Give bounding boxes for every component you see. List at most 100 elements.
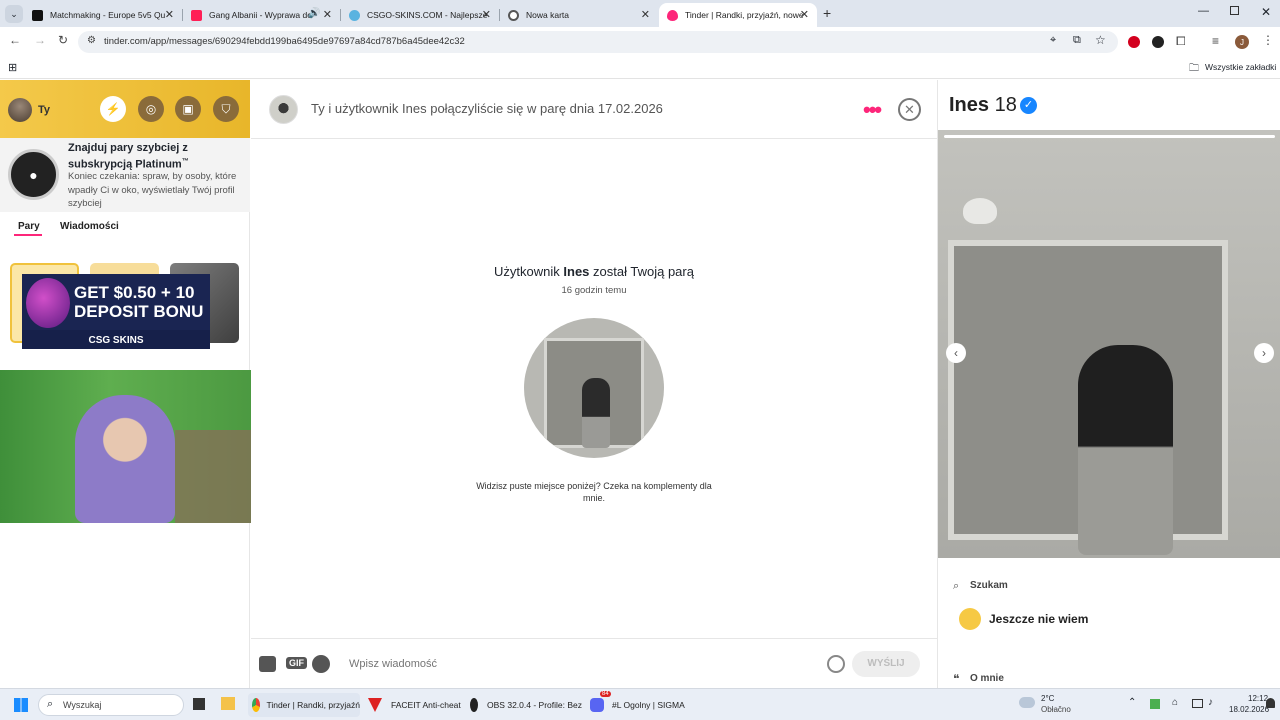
sidebar-header: Ty ⚡ ◎ ▣ ⛉: [0, 80, 250, 138]
apps-grid-icon[interactable]: ⊞: [8, 61, 17, 74]
restore-window-icon[interactable]: [1230, 6, 1239, 15]
site-info-icon[interactable]: ⚙: [87, 35, 96, 46]
prev-photo-button[interactable]: ‹: [946, 343, 966, 363]
more-options-icon[interactable]: •••: [863, 97, 882, 123]
user-label[interactable]: Ty: [38, 104, 50, 116]
close-tab-icon[interactable]: ✕: [482, 8, 491, 21]
profile-avatar[interactable]: J: [1235, 35, 1249, 49]
close-tab-icon[interactable]: ✕: [165, 8, 174, 21]
contact-card-icon[interactable]: [259, 656, 276, 672]
address-bar[interactable]: ⚙ tinder.com/app/messages/690294febdd199…: [78, 31, 1118, 53]
csgo-skins-ad-banner[interactable]: GET $0.50 + 10 DEPOSIT BONU CSG SKINS: [22, 274, 210, 349]
gif-button[interactable]: GIF: [286, 657, 307, 669]
briefcase-icon[interactable]: ▣: [175, 96, 201, 122]
close-window-icon[interactable]: ✕: [1261, 5, 1271, 19]
user-avatar[interactable]: [8, 98, 32, 122]
forward-icon[interactable]: →: [34, 33, 46, 47]
chat-header: Ty i użytkownik Ines połączyliście się w…: [251, 80, 937, 139]
profile-panel: Ines 18 ✓ ‹ › ⌕ Szukam Jeszcze nie wiem …: [937, 80, 1280, 688]
browser-tab-strip: ⌄ Matchmaking - Europe 5v5 Qu ✕ Gang Alb…: [0, 0, 1280, 27]
empty-chat-hint: Widzisz puste miejsce poniżej? Czeka na …: [476, 481, 712, 503]
browser-menu-icon[interactable]: ⋮: [1262, 33, 1274, 47]
tab-messages[interactable]: Wiadomości: [60, 221, 119, 232]
profile-name: Ines: [949, 94, 990, 116]
taskbar-search-placeholder: Wyszukaj: [63, 700, 102, 710]
match-time: 16 godzin temu: [561, 285, 627, 296]
tinder-favicon-icon: [667, 9, 678, 21]
chrome-favicon-icon: [508, 9, 519, 21]
taskbar-app-faceit[interactable]: FACEIT Anti-cheat: [368, 693, 463, 717]
faceit-icon: [368, 698, 382, 712]
match-photo-circle[interactable]: [524, 318, 664, 458]
close-tab-icon[interactable]: ✕: [800, 8, 809, 21]
send-button[interactable]: WYŚLIJ: [852, 651, 920, 677]
extension-icon[interactable]: [1152, 36, 1164, 48]
tab-gang-albanii[interactable]: Gang Albanii - Wyprawa do 🔊 ✕: [183, 3, 340, 27]
taskbar-app-label: FACEIT Anti-cheat: [391, 700, 461, 710]
tray-app-icon[interactable]: [1150, 699, 1160, 709]
discord-badge: 84: [600, 691, 611, 697]
file-explorer-icon[interactable]: [221, 697, 235, 710]
verified-badge-icon: ✓: [1020, 97, 1037, 114]
reload-icon[interactable]: ↻: [58, 33, 68, 47]
weather-desc[interactable]: Obłačno: [1041, 705, 1071, 714]
message-composer: GIF WYŚLIJ: [251, 638, 937, 688]
tab-matches[interactable]: Pary: [18, 221, 40, 232]
all-bookmarks-link[interactable]: Wszystkie zakładki: [1205, 62, 1276, 72]
close-tab-icon[interactable]: ✕: [641, 8, 650, 21]
tab-label: Tinder | Randki, przyjaźń, nowe: [685, 10, 804, 20]
next-photo-button[interactable]: ›: [1254, 343, 1274, 363]
tab-search-dropdown-icon[interactable]: ⌄: [5, 5, 23, 23]
clock-date[interactable]: 18.02.2026: [1229, 705, 1269, 714]
discord-icon: [590, 698, 604, 712]
volume-icon[interactable]: ♪: [1208, 697, 1213, 708]
tray-chevron-icon[interactable]: ⌃: [1128, 697, 1136, 708]
tab-active-underline: [14, 234, 42, 236]
tab-csgo-skins[interactable]: CSGO-SKINS.COM - Najlepsze ✕: [341, 3, 499, 27]
opera-extension-icon[interactable]: [1128, 36, 1140, 48]
bookmark-star-icon[interactable]: ☆: [1095, 33, 1106, 47]
minimize-window-icon[interactable]: —: [1198, 5, 1209, 17]
install-app-icon[interactable]: ⧉: [1073, 34, 1081, 47]
tab-new-tab[interactable]: Nowa karta ✕: [500, 3, 658, 27]
extensions-puzzle-icon[interactable]: ⧠: [1176, 34, 1186, 49]
safety-shield-icon[interactable]: ⛉: [213, 96, 239, 122]
chrome-icon: [252, 698, 261, 712]
tab-tinder[interactable]: Tinder | Randki, przyjaźń, nowe ✕: [659, 3, 817, 27]
thinking-emoji-icon: [959, 608, 981, 630]
platinum-promo[interactable]: ● Znajduj pary szybciej z subskrypcją Pl…: [0, 138, 250, 212]
task-view-icon[interactable]: [193, 698, 205, 710]
windows-start-icon[interactable]: [14, 698, 28, 712]
close-chat-button[interactable]: ✕: [898, 98, 921, 121]
taskbar-app-chrome[interactable]: Tinder | Randki, przyjaźń: [248, 693, 360, 717]
close-tab-icon[interactable]: ✕: [323, 8, 332, 21]
speaker-icon[interactable]: 🔊: [308, 8, 320, 19]
ad-brand: CSG SKINS: [88, 335, 144, 346]
notifications-icon[interactable]: [1266, 698, 1275, 708]
display-icon[interactable]: [1192, 699, 1203, 708]
taskbar-app-obs[interactable]: OBS 32.0.4 - Profile: Bez: [470, 693, 582, 717]
weather-temp[interactable]: 2°C: [1041, 694, 1054, 703]
folder-icon: 🗀: [1189, 63, 1199, 74]
platinum-badge-icon: ●: [8, 149, 59, 200]
boost-button[interactable]: ⚡: [100, 96, 126, 122]
url-text[interactable]: tinder.com/app/messages/690294febdd199ba…: [104, 36, 465, 47]
windows-taskbar: ⌕ Wyszukaj Tinder | Randki, przyjaźń FAC…: [0, 688, 1280, 720]
spotify-icon[interactable]: [312, 655, 330, 673]
emoji-icon[interactable]: [827, 655, 845, 673]
taskbar-app-label: OBS 32.0.4 - Profile: Bez: [487, 700, 582, 710]
back-icon[interactable]: ←: [9, 33, 21, 47]
reading-list-icon[interactable]: ≡: [1212, 34, 1219, 48]
streamer-figure: [75, 395, 175, 523]
browser-toolbar: ← → ↻ ⚙ tinder.com/app/messages/690294fe…: [0, 27, 1280, 57]
explore-compass-icon[interactable]: ◎: [138, 96, 164, 122]
ad-line-2: DEPOSIT BONU: [74, 302, 204, 321]
match-avatar[interactable]: [269, 95, 298, 124]
new-tab-icon[interactable]: +: [823, 5, 831, 21]
location-icon[interactable]: ⌖: [1050, 34, 1056, 47]
message-input[interactable]: [349, 652, 809, 676]
network-icon[interactable]: ⌂: [1172, 697, 1178, 708]
profile-photo[interactable]: ‹ ›: [938, 130, 1280, 558]
tab-matchmaking[interactable]: Matchmaking - Europe 5v5 Qu ✕: [24, 3, 182, 27]
taskbar-search[interactable]: ⌕ Wyszukaj: [38, 694, 184, 716]
